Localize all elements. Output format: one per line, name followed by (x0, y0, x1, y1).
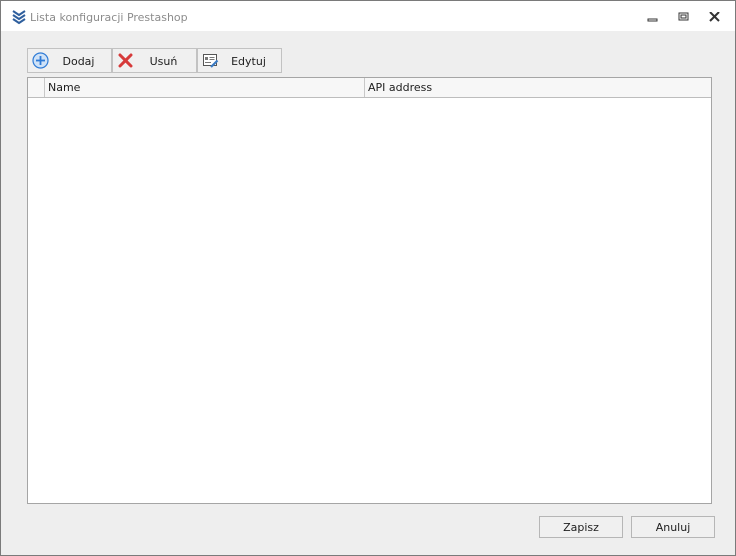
edit-button-label: Edytuj (231, 55, 266, 68)
app-window: Lista konfiguracji Prestashop Dodaj Usuń… (0, 0, 736, 556)
delete-button-label: Usuń (149, 55, 178, 68)
column-header-api-address[interactable]: API address (365, 78, 711, 97)
minimize-icon (647, 18, 658, 22)
close-button[interactable] (705, 9, 725, 25)
restore-button[interactable] (674, 9, 694, 25)
config-grid[interactable]: Name API address (27, 77, 712, 504)
title-bar[interactable]: Lista konfiguracji Prestashop (1, 1, 735, 31)
close-icon (709, 12, 720, 22)
restore-icon (678, 12, 689, 21)
grid-body[interactable] (28, 98, 711, 503)
add-button-label: Dodaj (62, 55, 95, 68)
minimize-button[interactable] (643, 9, 663, 25)
row-indicator-header[interactable] (28, 78, 45, 97)
add-button[interactable]: Dodaj (27, 48, 112, 73)
column-header-name[interactable]: Name (45, 78, 365, 97)
window-content: Dodaj Usuń Edytuj Name API address Zapis… (2, 31, 734, 555)
save-button[interactable]: Zapisz (539, 516, 623, 538)
cancel-button[interactable]: Anuluj (631, 516, 715, 538)
edit-button[interactable]: Edytuj (197, 48, 282, 73)
window-title: Lista konfiguracji Prestashop (30, 11, 188, 24)
chevrons-down-icon (11, 9, 27, 25)
grid-header: Name API address (28, 78, 711, 98)
delete-button[interactable]: Usuń (112, 48, 197, 73)
